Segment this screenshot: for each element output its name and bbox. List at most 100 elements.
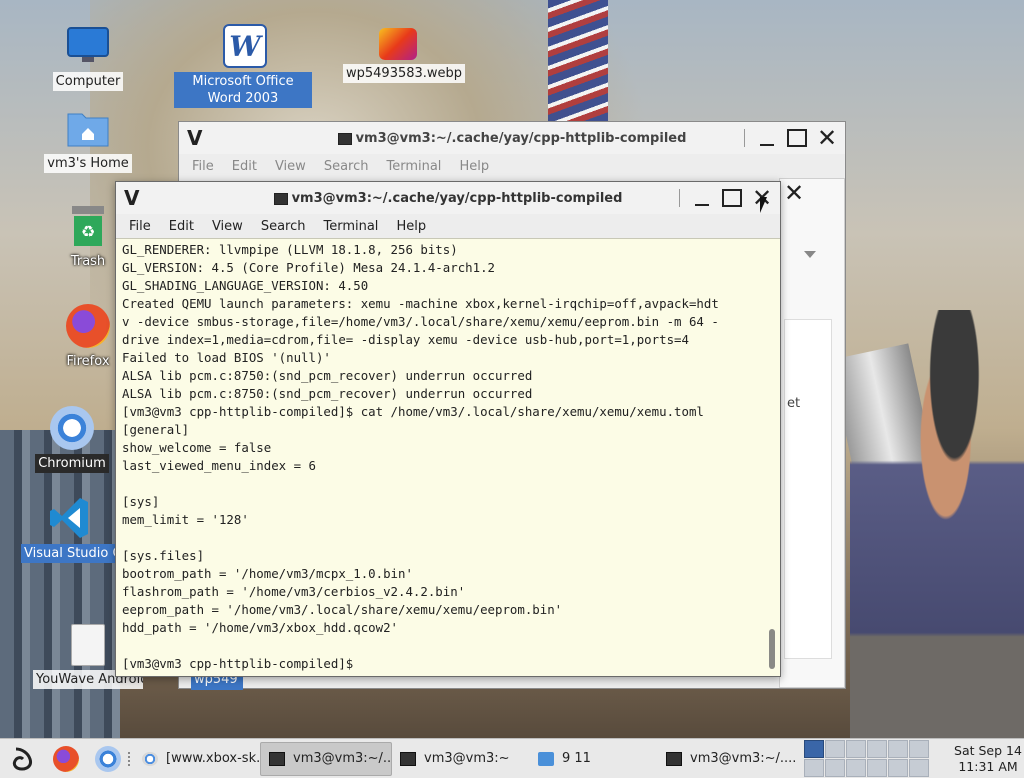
task-terminal-active[interactable]: vm3@vm3:~/....: [260, 741, 392, 776]
chevron-down-icon[interactable]: [804, 251, 816, 258]
window-title: vm3@vm3:~/.cache/yay/cpp-httplib-compile…: [355, 130, 687, 146]
wallpaper-city: [0, 430, 120, 740]
menu-search[interactable]: Search: [315, 159, 378, 174]
workspace-5[interactable]: [888, 740, 908, 758]
workspace-1[interactable]: [804, 740, 824, 758]
terminal-icon: [666, 751, 682, 766]
desktop-icon-image-file[interactable]: wp5493583.webp: [343, 28, 466, 83]
app-logo: V: [187, 126, 203, 150]
scrollbar[interactable]: [764, 239, 780, 676]
workspace-8[interactable]: [825, 759, 845, 777]
svg-text:♻: ♻: [81, 222, 95, 241]
desktop-icon-computer[interactable]: Computer: [33, 24, 143, 91]
document-icon: [71, 624, 105, 666]
terminal-line: bootrom_path = '/home/vm3/mcpx_1.0.bin': [122, 566, 413, 581]
desktop-icon-word[interactable]: W Microsoft Office Word 2003: [174, 24, 312, 108]
firefox-launcher[interactable]: [48, 741, 84, 777]
trash-icon: ♻: [66, 204, 110, 248]
word-icon: W: [223, 24, 267, 68]
menu-help[interactable]: Help: [387, 219, 435, 234]
menu-search[interactable]: Search: [252, 219, 315, 234]
menu-edit[interactable]: Edit: [223, 159, 266, 174]
menu-edit[interactable]: Edit: [160, 219, 203, 234]
terminal-line: [sys]: [122, 494, 160, 509]
terminal-line: Failed to load BIOS '(null)': [122, 350, 331, 365]
chromium-icon: [95, 745, 121, 772]
terminal-text[interactable]: GL_RENDERER: llvmpipe (LLVM 18.1.8, 256 …: [122, 241, 760, 673]
maximize-button[interactable]: [785, 126, 809, 150]
close-icon: ✕: [784, 179, 805, 207]
workspace-4[interactable]: [867, 740, 887, 758]
terminal-line: flashrom_path = '/home/vm3/cerbios_v2.4.…: [122, 584, 466, 599]
scrollbar-thumb[interactable]: [769, 629, 775, 669]
terminal-line: eeprom_path = '/home/vm3/.local/share/xe…: [122, 602, 563, 617]
vscode-icon: [48, 496, 92, 540]
menu-file[interactable]: File: [120, 219, 160, 234]
taskbar-separator: [128, 751, 132, 766]
terminal-line: hdd_path = '/home/vm3/xbox_hdd.qcow2': [122, 620, 399, 635]
task-chromium[interactable]: [www.xbox-sk...: [134, 742, 260, 776]
workspace-9[interactable]: [846, 759, 866, 777]
menu-view[interactable]: View: [203, 219, 252, 234]
terminal-icon: [337, 133, 352, 145]
titlebar[interactable]: V vm3@vm3:~/.cache/yay/cpp-httplib-compi…: [116, 182, 780, 214]
terminal-window[interactable]: V vm3@vm3:~/.cache/yay/cpp-httplib-compi…: [115, 181, 781, 677]
maximize-button[interactable]: [720, 186, 744, 210]
chromium-icon: [142, 751, 158, 766]
menu-view[interactable]: View: [266, 159, 315, 174]
close-button[interactable]: ✕: [815, 126, 839, 150]
terminal-line: last_viewed_menu_index = 6: [122, 458, 316, 473]
workspace-12[interactable]: [909, 759, 929, 777]
task-terminal-other[interactable]: vm3@vm3:~/....: [658, 742, 796, 776]
terminal-line: ALSA lib pcm.c:8750:(snd_pcm_recover) un…: [122, 368, 533, 383]
terminal-line: GL_VERSION: 4.5 (Core Profile) Mesa 24.1…: [122, 260, 495, 275]
side-pane: et: [784, 319, 832, 659]
taskbar: [www.xbox-sk... vm3@vm3:~/.... vm3@vm3:~…: [0, 738, 1024, 778]
mouse-cursor-icon: [760, 197, 767, 213]
clock-time: 11:31 AM: [958, 758, 1018, 774]
desktop-icon-home[interactable]: vm3's Home: [33, 106, 143, 173]
terminal-line: drive index=1,media=cdrom,file= -display…: [122, 332, 689, 347]
background-panel: ✕ et: [779, 178, 845, 688]
workspace-3[interactable]: [846, 740, 866, 758]
terminal-line: [vm3@vm3 cpp-httplib-compiled]$: [122, 656, 354, 671]
menu-help[interactable]: Help: [450, 159, 498, 174]
terminal-line: GL_SHADING_LANGUAGE_VERSION: 4.50: [122, 278, 369, 293]
window-title: vm3@vm3:~/.cache/yay/cpp-httplib-compile…: [291, 190, 623, 206]
terminal-line: ALSA lib pcm.c:8750:(snd_pcm_recover) un…: [122, 386, 533, 401]
terminal-line: mem_limit = '128': [122, 512, 249, 527]
workspace-10[interactable]: [867, 759, 887, 777]
clock[interactable]: Sat Sep 14 11:31 AM: [952, 743, 1024, 775]
menubar: File Edit View Search Terminal Help: [116, 214, 780, 238]
terminal-line: v -device smbus-storage,file=/home/vm3/.…: [122, 314, 719, 329]
firefox-icon: [66, 304, 110, 348]
menu-terminal[interactable]: Terminal: [377, 159, 450, 174]
workspace-6[interactable]: [909, 740, 929, 758]
app-menu-button[interactable]: [6, 741, 42, 777]
workspace-7[interactable]: [804, 759, 824, 777]
menu-terminal[interactable]: Terminal: [314, 219, 387, 234]
minimize-button[interactable]: [755, 126, 779, 150]
chromium-icon: [50, 406, 94, 450]
workspace-2[interactable]: [825, 740, 845, 758]
chromium-launcher[interactable]: [90, 741, 126, 777]
workspace-11[interactable]: [888, 759, 908, 777]
desktop-icon-chromium[interactable]: Chromium: [17, 406, 127, 473]
workspace-pager[interactable]: [804, 740, 929, 777]
terminal-icon: [269, 751, 285, 766]
home-folder-icon: [66, 106, 110, 150]
desktop-icon-vscode[interactable]: Visual Studio Co: [15, 496, 125, 567]
terminal-line: show_welcome = false: [122, 440, 272, 455]
menubar: File Edit View Search Terminal Help: [179, 154, 845, 178]
menu-file[interactable]: File: [183, 159, 223, 174]
monitor-icon: [66, 24, 110, 68]
terminal-icon: [273, 193, 288, 205]
task-folder[interactable]: 9 11: [524, 742, 658, 776]
terminal-output[interactable]: GL_RENDERER: llvmpipe (LLVM 18.1.8, 256 …: [116, 238, 780, 676]
minimize-button[interactable]: [690, 186, 714, 210]
task-terminal-home[interactable]: vm3@vm3:~: [392, 742, 524, 776]
titlebar[interactable]: V vm3@vm3:~/.cache/yay/cpp-httplib-compi…: [179, 122, 845, 154]
clock-date: Sat Sep 14: [954, 742, 1022, 758]
